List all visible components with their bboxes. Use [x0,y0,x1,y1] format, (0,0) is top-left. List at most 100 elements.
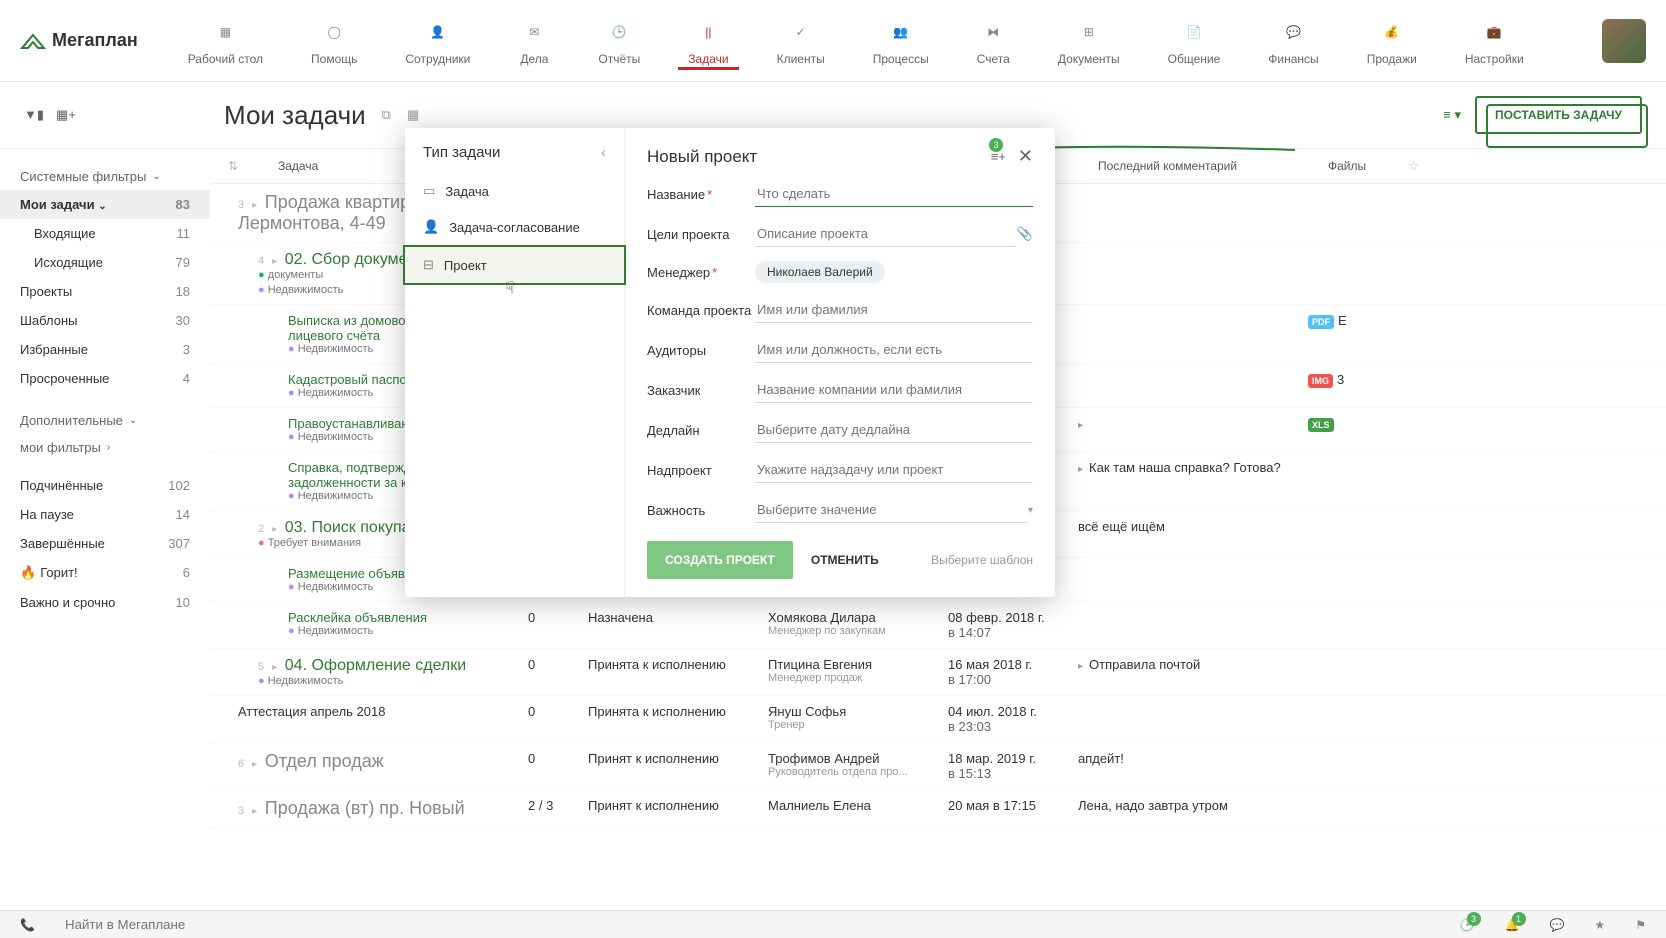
logo[interactable]: Мегаплан [20,30,138,52]
table-row[interactable]: Расклейка объявления Недвижимость 0 Назн… [210,602,1666,649]
nav-Дела[interactable]: ✉Дела [508,12,560,70]
nav-icon: 👥 [885,16,917,48]
sidebar-item[interactable]: Проекты18 [0,277,210,306]
close-icon[interactable]: ✕ [1018,146,1033,167]
create-task-button[interactable]: ПОСТАВИТЬ ЗАДАЧУ [1475,96,1642,134]
clock-icon[interactable]: 🕒3 [1460,918,1475,932]
modal-title: Новый проект [647,147,757,167]
sort-icon[interactable]: ⇅ [228,159,248,173]
nav-icon: 🕒 [603,16,635,48]
bell-icon[interactable]: 🔔1 [1505,918,1520,932]
sidebar-item[interactable]: 🔥Горит!6 [0,558,210,588]
input-deadline[interactable] [755,417,1033,443]
input-importance[interactable] [755,497,1028,523]
nav-Документы[interactable]: ⊞Документы [1048,12,1130,70]
nav-icon: 💰 [1376,16,1408,48]
create-project-button[interactable]: СОЗДАТЬ ПРОЕКТ [647,541,793,579]
nav-Процессы[interactable]: 👥Процессы [863,12,939,70]
label-super: Надпроект [647,463,755,478]
label-goals: Цели проекта [647,227,755,242]
star-icon[interactable]: ★ [1594,918,1605,932]
flag-icon[interactable]: ⚑ [1635,918,1646,932]
sidebar-item[interactable]: Просроченные4 [0,364,210,393]
nav-icon: ⊞ [1073,16,1105,48]
sidebar-item[interactable]: Избранные3 [0,335,210,364]
card-icon: ▭ [423,183,435,199]
star-icon[interactable]: ☆ [1408,159,1438,173]
sidebar-item[interactable]: Мои задачи ⌄83 [0,190,210,219]
input-goals[interactable] [755,221,1017,247]
nav-icon: ◯ [318,16,350,48]
table-row[interactable]: 6▸ Отдел продаж 0 Принят к исполнению Тр… [210,743,1666,790]
nav-Помощь[interactable]: ◯Помощь [301,12,367,70]
task-type-option[interactable]: ⊟Проект [403,245,626,285]
nav-Задачи[interactable]: ||Задачи [678,12,738,70]
nav-icon: 👤 [422,16,454,48]
type-title: Тип задачи [423,144,500,161]
label-team: Команда проекта [647,303,755,318]
label-deadline: Дедлайн [647,423,755,438]
manager-chip[interactable]: Николаев Валерий [755,261,885,283]
task-type-option[interactable]: 👤Задача-согласование [405,209,624,245]
nav-Общение[interactable]: 📄Общение [1158,12,1231,70]
nav-Рабочий стол[interactable]: ▦Рабочий стол [178,12,273,70]
nav-Настройки[interactable]: 💼Настройки [1455,12,1534,70]
input-super[interactable] [755,457,1033,483]
input-customer[interactable] [755,377,1033,403]
page-title: Мои задачи [224,100,366,131]
sidebar-section-additional[interactable]: Дополнительные⌄ [0,407,210,434]
template-link[interactable]: Выберите шаблон [931,553,1033,567]
nav-icon: ✓ [785,16,817,48]
label-name: Название [647,187,755,202]
nav-Клиенты[interactable]: ✓Клиенты [767,12,835,70]
nav-Продажи[interactable]: 💰Продажи [1357,12,1427,70]
input-name[interactable] [755,181,1033,207]
table-row[interactable]: 3▸ Продажа (вт) пр. Новый 2 / 3 Принят к… [210,790,1666,828]
sidebar-section-my[interactable]: мои фильтры› [0,434,210,461]
sidebar-section-system[interactable]: Системные фильтры⌄ [0,163,210,190]
top-nav: Мегаплан ▦Рабочий стол ◯Помощь 👤Сотрудники… [0,0,1666,82]
tree-icon: ⊟ [423,257,434,273]
notification-badge: 3 [989,138,1003,152]
nav-Сотрудники[interactable]: 👤Сотрудники [395,12,480,70]
chevron-down-icon[interactable]: ▾ [1028,505,1033,516]
nav-Финансы[interactable]: 💬Финансы [1258,12,1328,70]
sidebar-item[interactable]: На паузе14 [0,500,210,529]
col-files[interactable]: Файлы [1328,159,1408,173]
label-manager: Менеджер [647,265,755,280]
global-search[interactable] [65,917,365,932]
sidebar-item[interactable]: Шаблоны30 [0,306,210,335]
nav-Счета[interactable]: ⧓Счета [967,12,1020,70]
sidebar-item[interactable]: Завершённые307 [0,529,210,558]
footer-bar: 📞 🕒3 🔔1 💬 ★ ⚑ [0,910,1666,938]
chat-icon[interactable]: 💬 [1550,918,1565,932]
col-comment[interactable]: Последний комментарий [1098,159,1328,173]
sidebar-item[interactable]: Исходящие79 [0,248,210,277]
task-type-panel: Тип задачи ‹ ▭Задача👤Задача-согласование… [405,128,625,597]
filter-icon[interactable]: ▼▮ [24,107,44,123]
sidebar-item[interactable]: Входящие11 [0,219,210,248]
person-icon: 👤 [423,219,439,235]
table-row[interactable]: 5▸ 04. Оформление сделки Недвижимость 0 … [210,649,1666,696]
label-importance: Важность [647,503,755,518]
input-auditors[interactable] [755,337,1033,363]
sidebar-item[interactable]: Подчинённые102 [0,471,210,500]
cancel-button[interactable]: ОТМЕНИТЬ [811,553,879,567]
list-view-icon[interactable]: ≡ ▾ [1443,107,1461,123]
nav-icon: 💬 [1277,16,1309,48]
board-icon[interactable]: ▦ [407,107,419,123]
task-type-option[interactable]: ▭Задача [405,173,624,209]
sidebar-item[interactable]: Важно и срочно10 [0,588,210,617]
nav-icon: ✉ [518,16,550,48]
attach-icon[interactable]: 📎 [1017,226,1033,242]
user-avatar[interactable] [1602,19,1646,63]
add-filter-icon[interactable]: ▦+ [56,107,76,123]
nav-Отчёты[interactable]: 🕒Отчёты [588,12,650,70]
new-project-modal: Тип задачи ‹ ▭Задача👤Задача-согласование… [405,128,1055,597]
phone-icon[interactable]: 📞 [20,918,35,932]
input-team[interactable] [755,297,1033,323]
table-row[interactable]: Аттестация апрель 2018 0 Принята к испол… [210,696,1666,743]
label-auditors: Аудиторы [647,343,755,358]
copy-icon[interactable]: ⧉ [382,107,391,123]
collapse-icon[interactable]: ‹ [601,144,606,161]
